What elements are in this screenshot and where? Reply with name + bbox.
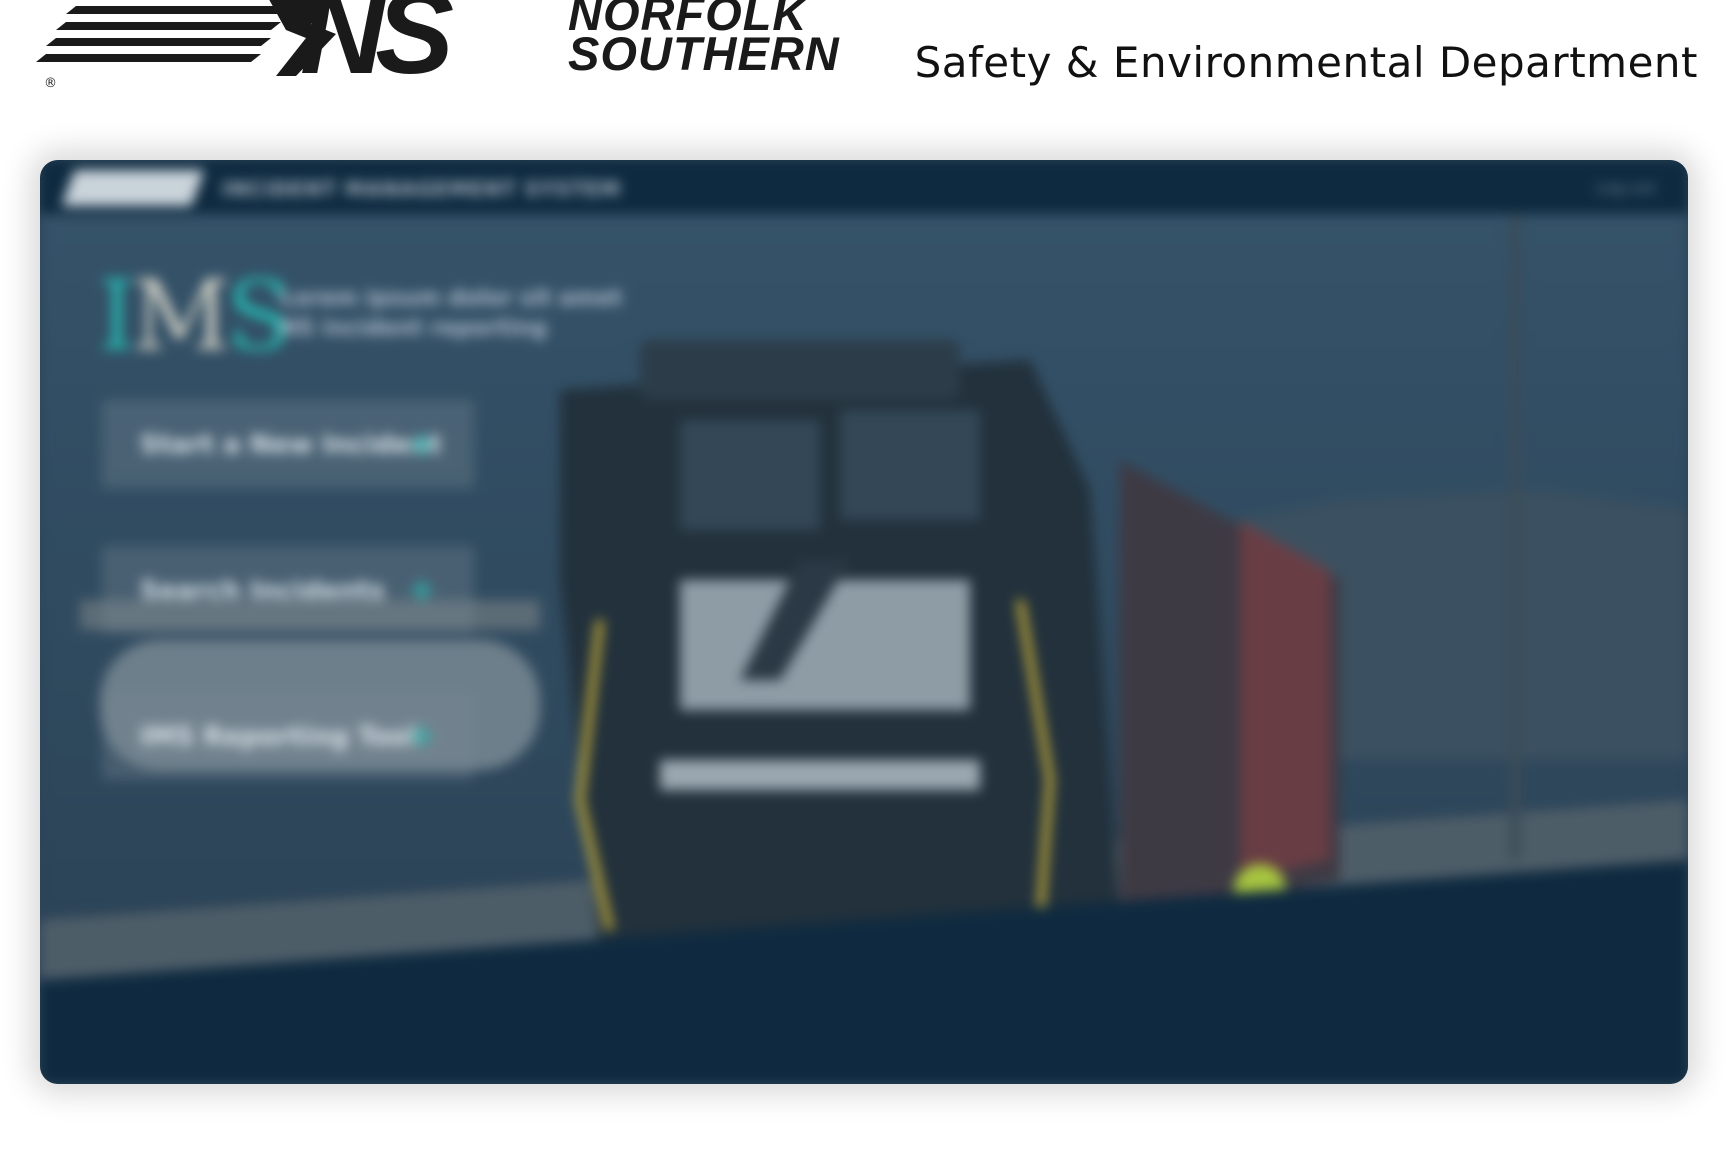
ims-logo-i: I: [98, 260, 136, 372]
start-new-incident-button[interactable]: Start a New Incident +: [102, 400, 474, 488]
button-label: Search Incidents: [140, 576, 385, 606]
app-topbar: INCIDENT MANAGEMENT SYSTEM Log out: [40, 160, 1688, 214]
department-title: Safety & Environmental Department: [914, 38, 1698, 87]
ns-app-logo: [61, 170, 205, 206]
button-label: Start a New Incident: [140, 430, 442, 460]
ims-tagline-line-2: NS incident reporting: [280, 316, 548, 341]
plus-icon: +: [407, 716, 437, 756]
app-preview-content: INCIDENT MANAGEMENT SYSTEM Log out IMS L…: [40, 160, 1688, 1084]
search-incidents-button[interactable]: Search Incidents +: [102, 546, 474, 634]
ims-tagline-line-1: Lorem ipsum dolor sit amet: [280, 286, 623, 311]
ims-logo: IMS: [98, 268, 292, 364]
page: NS ® NORFOLK SOUTHERN Safety & Environme…: [0, 0, 1728, 1167]
app-preview-image: INCIDENT MANAGEMENT SYSTEM Log out IMS L…: [40, 160, 1688, 1084]
ims-logo-s: S: [226, 260, 292, 372]
norfolk-southern-wordmark: NORFOLK SOUTHERN: [568, 0, 840, 80]
ims-tagline: Lorem ipsum dolor sit amet NS incident r…: [280, 284, 622, 344]
plus-icon: +: [407, 570, 437, 610]
ims-logo-m: M: [131, 260, 230, 372]
plus-icon: +: [407, 424, 437, 464]
wordmark-line-2: SOUTHERN: [568, 27, 840, 80]
header: NS ® NORFOLK SOUTHERN Safety & Environme…: [0, 0, 1728, 130]
ns-logo: NS: [300, 0, 454, 99]
button-label: IMS Reporting Tool: [140, 722, 417, 752]
logout-link[interactable]: Log out: [1596, 178, 1656, 197]
ims-reporting-tool-button[interactable]: IMS Reporting Tool +: [102, 692, 474, 780]
registered-mark: ®: [44, 76, 57, 91]
app-title: INCIDENT MANAGEMENT SYSTEM: [222, 177, 621, 201]
